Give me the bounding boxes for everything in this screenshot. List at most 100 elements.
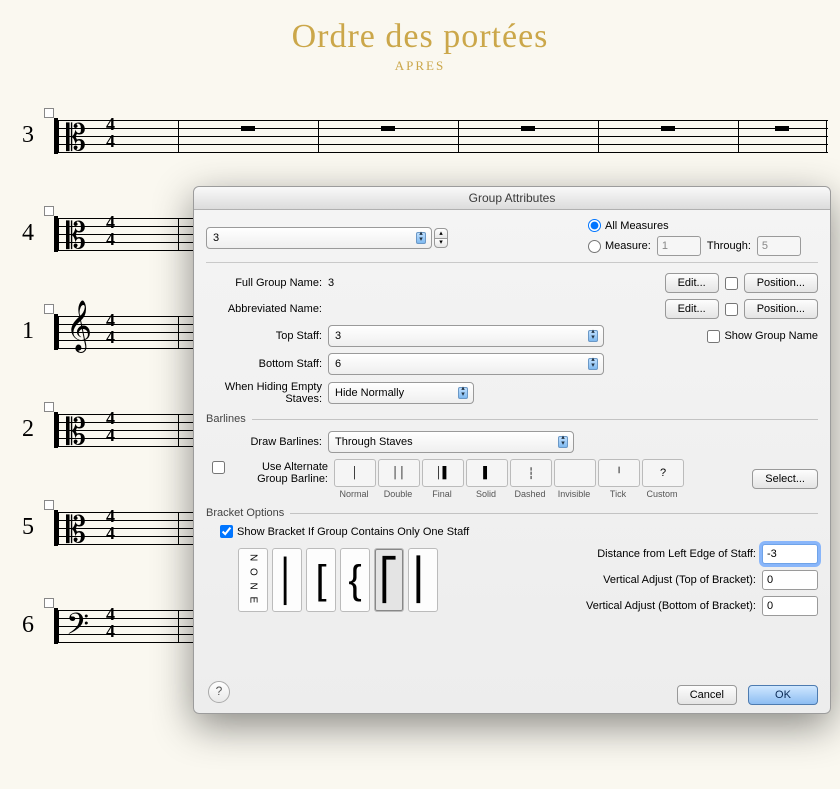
- bottom-staff-label: Bottom Staff:: [206, 358, 322, 370]
- barline-style-dashed[interactable]: ┆Dashed: [510, 459, 550, 499]
- barline-style-icon: ││: [378, 459, 420, 487]
- barlines-section-label: Barlines: [206, 413, 246, 425]
- show-bracket-one-staff-checkbox[interactable]: [220, 525, 233, 538]
- bracket-style-group: N O N E│[ { ⎡⎢: [238, 548, 438, 612]
- barline-style-tick[interactable]: ╵ Tick: [598, 459, 638, 499]
- barline-style-label: Final: [422, 489, 462, 499]
- barline-style-group: │ Normal ││ Double │▌ Final ▌Solid┆DashedInvis…: [334, 459, 682, 499]
- all-measures-radio[interactable]: [588, 219, 601, 232]
- staff-handle[interactable]: [44, 108, 54, 118]
- barline-style-icon: ?: [642, 459, 684, 487]
- staff-number: 3: [22, 122, 34, 149]
- group-selector-value: 3: [213, 232, 219, 244]
- group-step-up[interactable]: ▴: [434, 228, 448, 238]
- abbrev-name-position-button[interactable]: Position...: [744, 299, 818, 319]
- full-name-edit-checkbox[interactable]: [725, 277, 738, 290]
- measure-radio[interactable]: [588, 240, 601, 253]
- staff-number: 6: [22, 612, 34, 639]
- cancel-button[interactable]: Cancel: [677, 685, 737, 705]
- whole-rest-icon: [661, 126, 675, 131]
- barline-style-label: Double: [378, 489, 418, 499]
- page-subtitle: APRES: [0, 58, 840, 74]
- bracket-style-3[interactable]: {: [340, 548, 370, 612]
- distance-label: Distance from Left Edge of Staff:: [597, 548, 756, 560]
- measure-from-input[interactable]: [657, 236, 701, 256]
- staff-handle[interactable]: [44, 598, 54, 608]
- bracket-section-label: Bracket Options: [206, 507, 284, 519]
- clef-icon: 𝄡: [66, 218, 86, 254]
- measure-to-input[interactable]: [757, 236, 801, 256]
- staff-handle[interactable]: [44, 402, 54, 412]
- page-title: Ordre des portées: [0, 18, 840, 56]
- barline-style-normal[interactable]: │ Normal: [334, 459, 374, 499]
- barline-style-icon: │: [334, 459, 376, 487]
- vadjust-bottom-input[interactable]: [762, 596, 818, 616]
- bracket-style-5[interactable]: ⎢: [408, 548, 438, 612]
- clef-icon: 𝄡: [66, 120, 86, 156]
- barline-style-invisible[interactable]: Invisible: [554, 459, 594, 499]
- staff-row: 3𝄡44: [18, 112, 828, 176]
- staff-handle[interactable]: [44, 304, 54, 314]
- barline-style-label: Dashed: [510, 489, 550, 499]
- staff-handle[interactable]: [44, 500, 54, 510]
- ok-button[interactable]: OK: [748, 685, 818, 705]
- full-name-label: Full Group Name:: [206, 277, 322, 289]
- bracket-style-1[interactable]: │: [272, 548, 302, 612]
- bracket-style-icon: {: [348, 560, 361, 600]
- barline-style-icon: │▌: [422, 459, 464, 487]
- show-bracket-one-staff-label: Show Bracket If Group Contains Only One …: [237, 526, 469, 538]
- distance-input[interactable]: [762, 544, 818, 564]
- abbrev-name-edit-checkbox[interactable]: [725, 303, 738, 316]
- show-group-name-label: Show Group Name: [724, 330, 818, 342]
- barline-style-icon: ╵: [598, 459, 640, 487]
- top-staff-label: Top Staff:: [206, 330, 322, 342]
- abbrev-name-label: Abbreviated Name:: [206, 303, 322, 315]
- draw-barlines-select[interactable]: Through Staves▴▾: [328, 431, 574, 453]
- bottom-staff-select[interactable]: 6▴▾: [328, 353, 604, 375]
- use-alternate-barline-checkbox[interactable]: [212, 461, 225, 474]
- barline-style-label: Solid: [466, 489, 506, 499]
- barline-style-label: Normal: [334, 489, 374, 499]
- bracket-style-icon: ⎡: [379, 560, 399, 600]
- use-alternate-barline-label: Use Alternate Group Barline:: [232, 461, 328, 485]
- staff-number: 5: [22, 514, 34, 541]
- full-name-position-button[interactable]: Position...: [744, 273, 818, 293]
- hide-empty-select[interactable]: Hide Normally▴▾: [328, 382, 474, 404]
- bracket-style-icon: │: [275, 560, 300, 600]
- bracket-style-2[interactable]: [: [306, 548, 336, 612]
- barline-select-button[interactable]: Select...: [752, 469, 818, 489]
- show-group-name-checkbox[interactable]: [707, 330, 720, 343]
- measure-label: Measure:: [605, 240, 651, 252]
- top-staff-select[interactable]: 3▴▾: [328, 325, 604, 347]
- staff-number: 4: [22, 220, 34, 247]
- draw-barlines-label: Draw Barlines:: [206, 436, 322, 448]
- whole-rest-icon: [775, 126, 789, 131]
- bracket-style-0[interactable]: N O N E: [238, 548, 268, 612]
- bracket-style-4[interactable]: ⎡: [374, 548, 404, 612]
- abbrev-name-edit-button[interactable]: Edit...: [665, 299, 719, 319]
- whole-rest-icon: [521, 126, 535, 131]
- whole-rest-icon: [241, 126, 255, 131]
- clef-icon: 𝄡: [66, 512, 86, 548]
- group-stepper[interactable]: ▴ ▾: [434, 228, 448, 248]
- whole-rest-icon: [381, 126, 395, 131]
- help-button[interactable]: ?: [208, 681, 230, 703]
- barline-style-final[interactable]: │▌ Final: [422, 459, 462, 499]
- barline-style-solid[interactable]: ▌Solid: [466, 459, 506, 499]
- dialog-title: Group Attributes: [194, 187, 830, 210]
- barline-style-custom[interactable]: ?Custom: [642, 459, 682, 499]
- vadjust-top-input[interactable]: [762, 570, 818, 590]
- barline-style-label: Tick: [598, 489, 638, 499]
- group-selector[interactable]: 3 ▴▾: [206, 227, 432, 249]
- group-step-down[interactable]: ▾: [434, 238, 448, 248]
- clef-icon: 𝄞: [66, 304, 92, 348]
- full-name-edit-button[interactable]: Edit...: [665, 273, 719, 293]
- time-signature: 44: [106, 410, 115, 444]
- vadjust-bottom-label: Vertical Adjust (Bottom of Bracket):: [586, 600, 756, 612]
- vadjust-top-label: Vertical Adjust (Top of Bracket):: [603, 574, 756, 586]
- barline-style-double[interactable]: ││ Double: [378, 459, 418, 499]
- group-attributes-dialog: Group Attributes 3 ▴▾ ▴ ▾ All Measures: [193, 186, 831, 714]
- staff-handle[interactable]: [44, 206, 54, 216]
- time-signature: 44: [106, 606, 115, 640]
- barline-style-icon: [554, 459, 596, 487]
